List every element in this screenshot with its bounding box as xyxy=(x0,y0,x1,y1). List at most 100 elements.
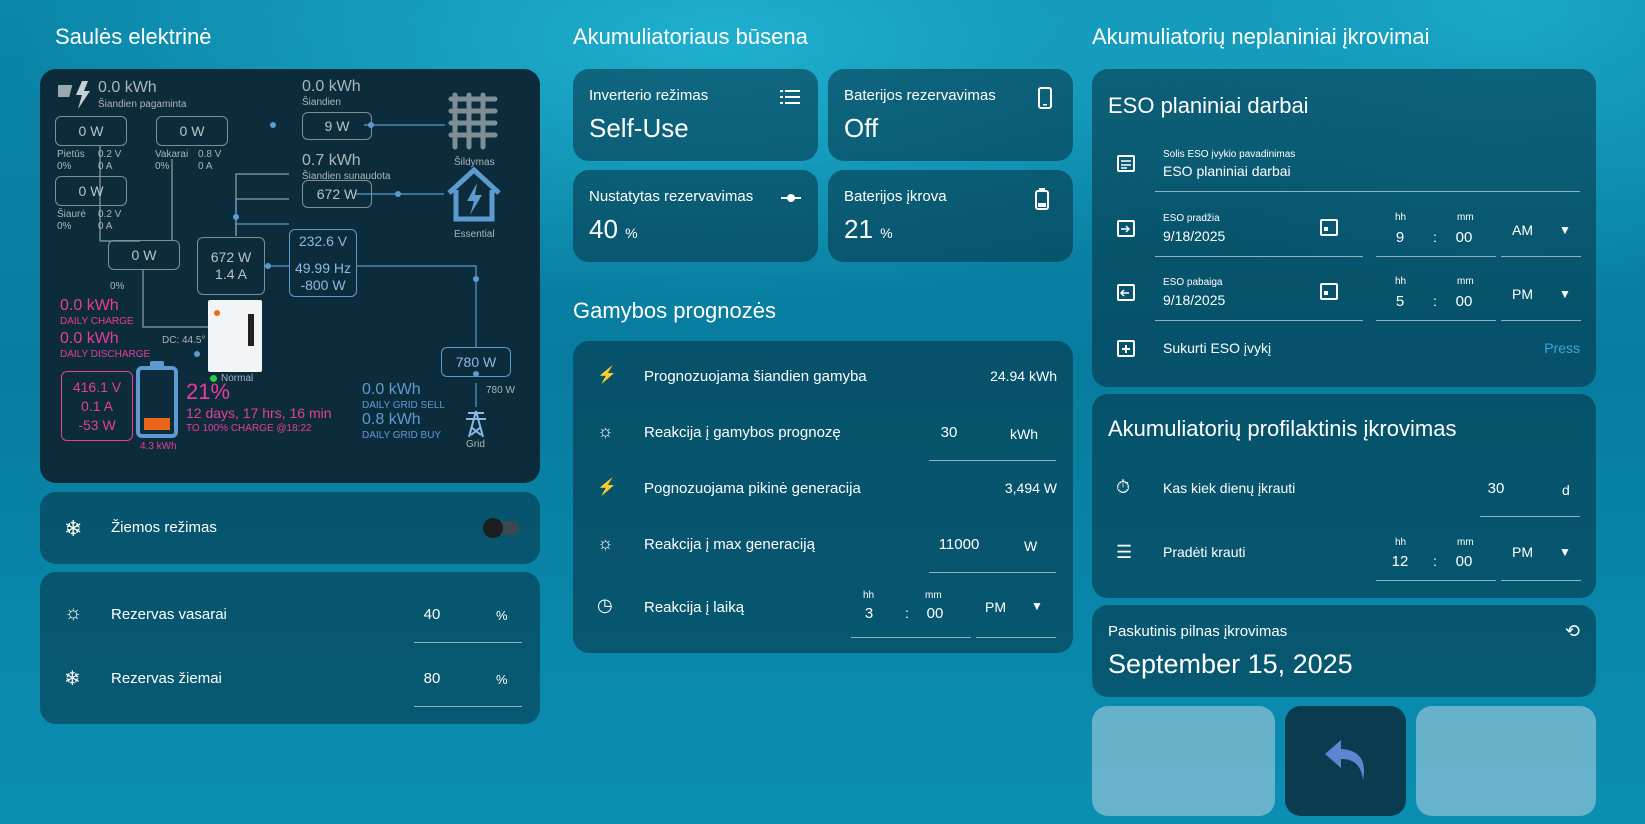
eso-start-date[interactable]: 9/18/2025 xyxy=(1163,228,1225,244)
grid-sell-label: DAILY GRID SELL xyxy=(362,400,445,411)
mm-label: mm xyxy=(925,590,942,601)
start-charge-minute[interactable]: 00 xyxy=(1452,553,1476,570)
time-ampm-select[interactable]: PM xyxy=(985,599,1006,615)
battery-charge-tile[interactable]: Baterijos įkrova 21 % xyxy=(828,170,1073,262)
calendar-plus-icon xyxy=(1116,338,1136,363)
set-reserve-value-wrap: 40 % xyxy=(589,214,638,245)
sun-alert-icon: ☼ xyxy=(597,421,614,441)
pv-total-label: Šiandien pagaminta xyxy=(98,99,187,110)
blank-button-right[interactable] xyxy=(1416,706,1596,816)
battery-icon xyxy=(136,361,178,438)
start-mm-label: mm xyxy=(1457,212,1474,223)
last-charge-date: September 15, 2025 xyxy=(1108,649,1353,679)
grid-frequency: 49.99 Hz xyxy=(294,259,352,276)
chevron-down-icon[interactable]: ▼ xyxy=(1559,287,1571,301)
charge-interval-unit: d xyxy=(1562,482,1570,498)
power-flow-card[interactable]: 0.0 kWh Šiandien pagaminta 0 W Pietūs 0%… xyxy=(40,69,540,483)
colon: : xyxy=(1433,293,1437,309)
summer-reserve-input[interactable]: 40 xyxy=(414,606,450,623)
grid-buy: 0.8 kWh xyxy=(362,411,421,428)
battery-stats-box: 416.1 V 0.1 A -53 W xyxy=(61,371,133,441)
essential-box: 672 W xyxy=(302,180,372,208)
forecast-card: ⚡ Prognozuojama šiandien gamyba 24.94 kW… xyxy=(573,341,1073,653)
daily-charge: 0.0 kWh xyxy=(60,297,119,314)
daily-charge-label: DAILY CHARGE xyxy=(60,316,134,327)
battery-section-title: Akumuliatoriaus būsena xyxy=(573,24,808,49)
forecast-reaction-input[interactable]: 30 xyxy=(929,424,969,441)
calendar-picker-icon[interactable] xyxy=(1320,281,1338,306)
eso-end-minute[interactable]: 00 xyxy=(1452,293,1476,310)
winter-reserve-input[interactable]: 80 xyxy=(414,670,450,687)
battery-reserve-tile[interactable]: Baterijos rezervavimas Off xyxy=(828,69,1073,161)
start-charge-hour[interactable]: 12 xyxy=(1388,553,1412,570)
battery-power: -53 W xyxy=(78,416,116,433)
ampm-underline xyxy=(976,637,1056,638)
chevron-down-icon[interactable]: ▼ xyxy=(1031,599,1043,613)
hh-label: hh xyxy=(863,590,875,601)
set-reserve-tile[interactable]: Nustatytas rezervavimas 40 % xyxy=(573,170,818,262)
chevron-down-icon[interactable]: ▼ xyxy=(1559,545,1571,559)
battery-charge-label: Baterijos įkrova xyxy=(844,188,947,205)
chevron-down-icon[interactable]: ▼ xyxy=(1559,223,1571,237)
max-gen-reaction-input[interactable]: 11000 xyxy=(929,536,989,553)
today-kwh: 0.0 kWh xyxy=(302,78,361,95)
battery-soc-fill xyxy=(144,418,170,430)
eso-start-minute[interactable]: 00 xyxy=(1452,229,1476,246)
winter-mode-label: Žiemos režimas xyxy=(111,519,217,536)
time-hour-input[interactable]: 3 xyxy=(859,605,879,622)
eso-end-date[interactable]: 9/18/2025 xyxy=(1163,292,1225,308)
peak-gen-label: Pognozuojama pikinė generacija xyxy=(644,480,861,497)
charge-interval-underline xyxy=(1480,516,1580,517)
max-gen-reaction-underline xyxy=(929,572,1056,573)
battery-soc: 21% xyxy=(186,379,231,404)
grid-power: -800 W xyxy=(300,276,346,293)
back-button[interactable] xyxy=(1285,706,1406,816)
start-hh-label: hh xyxy=(1395,212,1407,223)
end-hh-label: hh xyxy=(1395,276,1407,287)
start-charge-ampm[interactable]: PM xyxy=(1512,544,1533,560)
charge-interval-input[interactable]: 30 xyxy=(1478,480,1514,497)
snowflake-icon: ❄ xyxy=(64,516,83,541)
end-mm-label: mm xyxy=(1457,276,1474,287)
pv-total-box: 0 W xyxy=(108,240,180,270)
battery-current: 0.1 A xyxy=(81,397,113,414)
time-minute-input[interactable]: 00 xyxy=(923,605,947,622)
pv2-pct: 0% xyxy=(155,161,170,172)
eso-name-label: Solis ESO įvykio pavadinimas xyxy=(1163,149,1296,160)
eso-start-hour[interactable]: 9 xyxy=(1390,229,1410,246)
end-time-underline xyxy=(1376,320,1496,321)
inverter-mode-label: Inverterio režimas xyxy=(589,87,709,104)
snowflake-icon: ❄ xyxy=(64,668,81,690)
calendar-picker-icon[interactable] xyxy=(1320,217,1338,242)
eso-end-ampm[interactable]: PM xyxy=(1512,286,1533,302)
battery-reserve-value: Off xyxy=(844,113,879,143)
winter-mode-toggle[interactable] xyxy=(483,518,519,538)
blank-button-left[interactable] xyxy=(1092,706,1275,816)
prophylactic-card: Akumuliatorių profilaktinis įkrovimas ⏱ … xyxy=(1092,394,1596,598)
eso-start-ampm[interactable]: AM xyxy=(1512,222,1533,238)
eso-card: ESO planiniai darbai Solis ESO įvykio pa… xyxy=(1092,69,1596,387)
eso-end-date-underline xyxy=(1155,320,1363,321)
eso-end-hour[interactable]: 5 xyxy=(1390,293,1410,310)
eso-name-underline xyxy=(1155,191,1580,192)
eso-title: ESO planiniai darbai xyxy=(1108,93,1309,118)
list-icon xyxy=(780,87,802,109)
inverter-mode-tile[interactable]: Inverterio režimas Self-Use xyxy=(573,69,818,161)
unplanned-section-title: Akumuliatorių neplaniniai įkrovimai xyxy=(1092,24,1430,49)
last-charge-tile[interactable]: Paskutinis pilnas įkrovimas September 15… xyxy=(1092,605,1596,697)
start-charge-ampm-underline xyxy=(1501,580,1581,581)
start-charge-underline xyxy=(1376,580,1496,581)
sun-icon: ☼ xyxy=(64,602,83,624)
eso-start-label: ESO pradžia xyxy=(1163,213,1220,224)
time-colon: : xyxy=(905,605,909,621)
create-eso-press-button[interactable]: Press xyxy=(1544,340,1580,356)
daily-discharge: 0.0 kWh xyxy=(60,330,119,347)
forecast-section-title: Gamybos prognozės xyxy=(573,298,776,323)
summer-reserve-label: Rezervas vasarai xyxy=(111,606,227,623)
heating-box: 9 W xyxy=(302,112,372,140)
eso-name-input[interactable]: ESO planiniai darbai xyxy=(1163,163,1291,179)
last-charge-label: Paskutinis pilnas įkrovimas xyxy=(1108,623,1288,640)
slider-icon xyxy=(780,188,802,210)
house-bolt-icon xyxy=(443,165,505,228)
solar-power-icon: ⚡ xyxy=(597,479,617,496)
